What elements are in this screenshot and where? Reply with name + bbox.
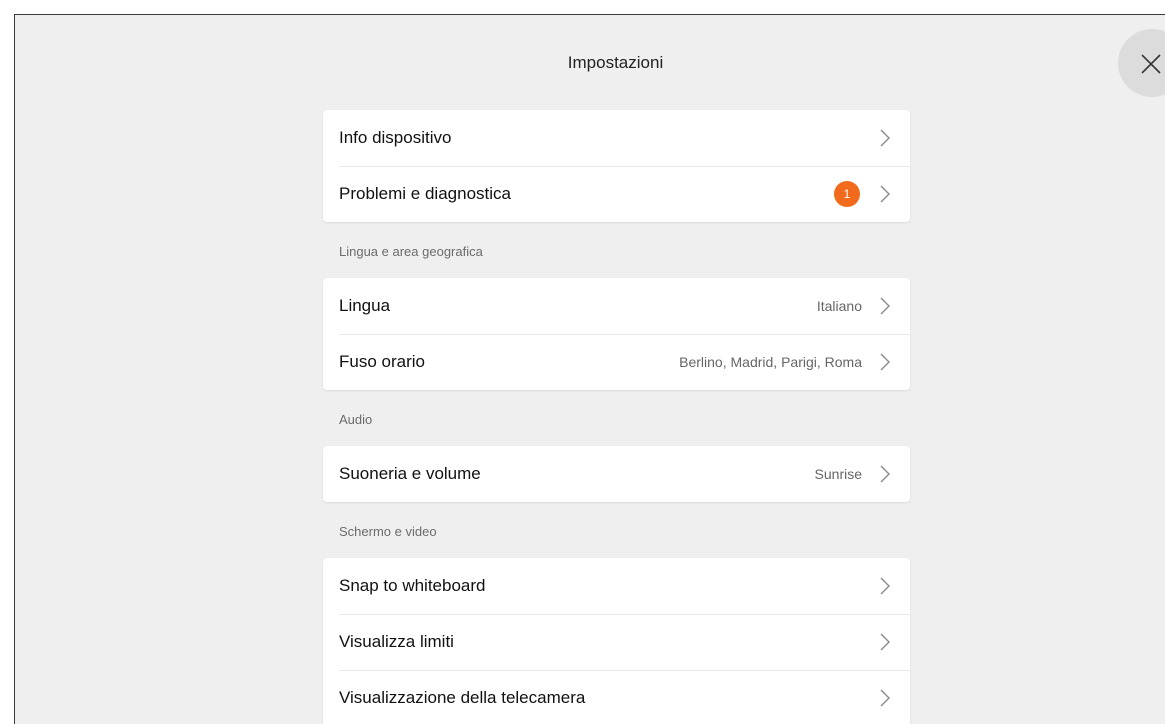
- settings-item-camera-view[interactable]: Visualizzazione della telecamera: [323, 670, 910, 724]
- section-header-language: Lingua e area geografica: [339, 243, 483, 259]
- section-header-display: Schermo e video: [339, 523, 437, 539]
- audio-card: Suoneria e volume Sunrise: [323, 446, 910, 502]
- chevron-right-icon: [878, 576, 892, 596]
- chevron-right-icon: [878, 296, 892, 316]
- settings-item-label: Suoneria e volume: [339, 464, 481, 483]
- settings-item-language[interactable]: Lingua Italiano: [323, 278, 910, 334]
- chevron-right-icon: [878, 128, 892, 148]
- settings-item-label: Visualizza limiti: [339, 632, 454, 651]
- chevron-right-icon: [878, 632, 892, 652]
- settings-item-value: Berlino, Madrid, Parigi, Roma: [679, 354, 862, 370]
- language-card: Lingua Italiano Fuso orario Berlino, Mad…: [323, 278, 910, 390]
- settings-item-label: Info dispositivo: [339, 128, 452, 147]
- settings-item-label: Problemi e diagnostica: [339, 184, 511, 203]
- settings-item-device-info[interactable]: Info dispositivo: [323, 110, 910, 166]
- settings-item-ringtone-volume[interactable]: Suoneria e volume Sunrise: [323, 446, 910, 502]
- section-header-audio: Audio: [339, 411, 373, 427]
- chevron-right-icon: [878, 184, 892, 204]
- settings-item-diagnostics[interactable]: Problemi e diagnostica 1: [323, 166, 910, 222]
- settings-item-timezone[interactable]: Fuso orario Berlino, Madrid, Parigi, Rom…: [323, 334, 910, 390]
- page-title: Impostazioni: [567, 53, 664, 72]
- settings-item-label: Fuso orario: [339, 352, 425, 371]
- settings-item-snap-to-whiteboard[interactable]: Snap to whiteboard: [323, 558, 910, 614]
- settings-item-value: Italiano: [816, 298, 862, 314]
- settings-item-label: Lingua: [339, 296, 391, 315]
- chevron-right-icon: [878, 352, 892, 372]
- chevron-right-icon: [878, 688, 892, 708]
- settings-item-show-limits[interactable]: Visualizza limiti: [323, 614, 910, 670]
- settings-list: Info dispositivo Problemi e diagnostica …: [323, 110, 910, 724]
- settings-item-value: Sunrise: [814, 466, 862, 482]
- display-card: Snap to whiteboard Visualizza limiti Vis…: [323, 558, 910, 724]
- settings-item-label: Visualizzazione della telecamera: [339, 688, 586, 707]
- settings-item-label: Snap to whiteboard: [339, 576, 486, 595]
- close-icon: [1141, 54, 1161, 74]
- device-card: Info dispositivo Problemi e diagnostica …: [323, 110, 910, 222]
- notification-badge: 1: [834, 181, 860, 207]
- chevron-right-icon: [878, 464, 892, 484]
- settings-screen: Impostazioni Info dispositivo Problemi e…: [14, 14, 1165, 724]
- close-button[interactable]: [1118, 29, 1165, 97]
